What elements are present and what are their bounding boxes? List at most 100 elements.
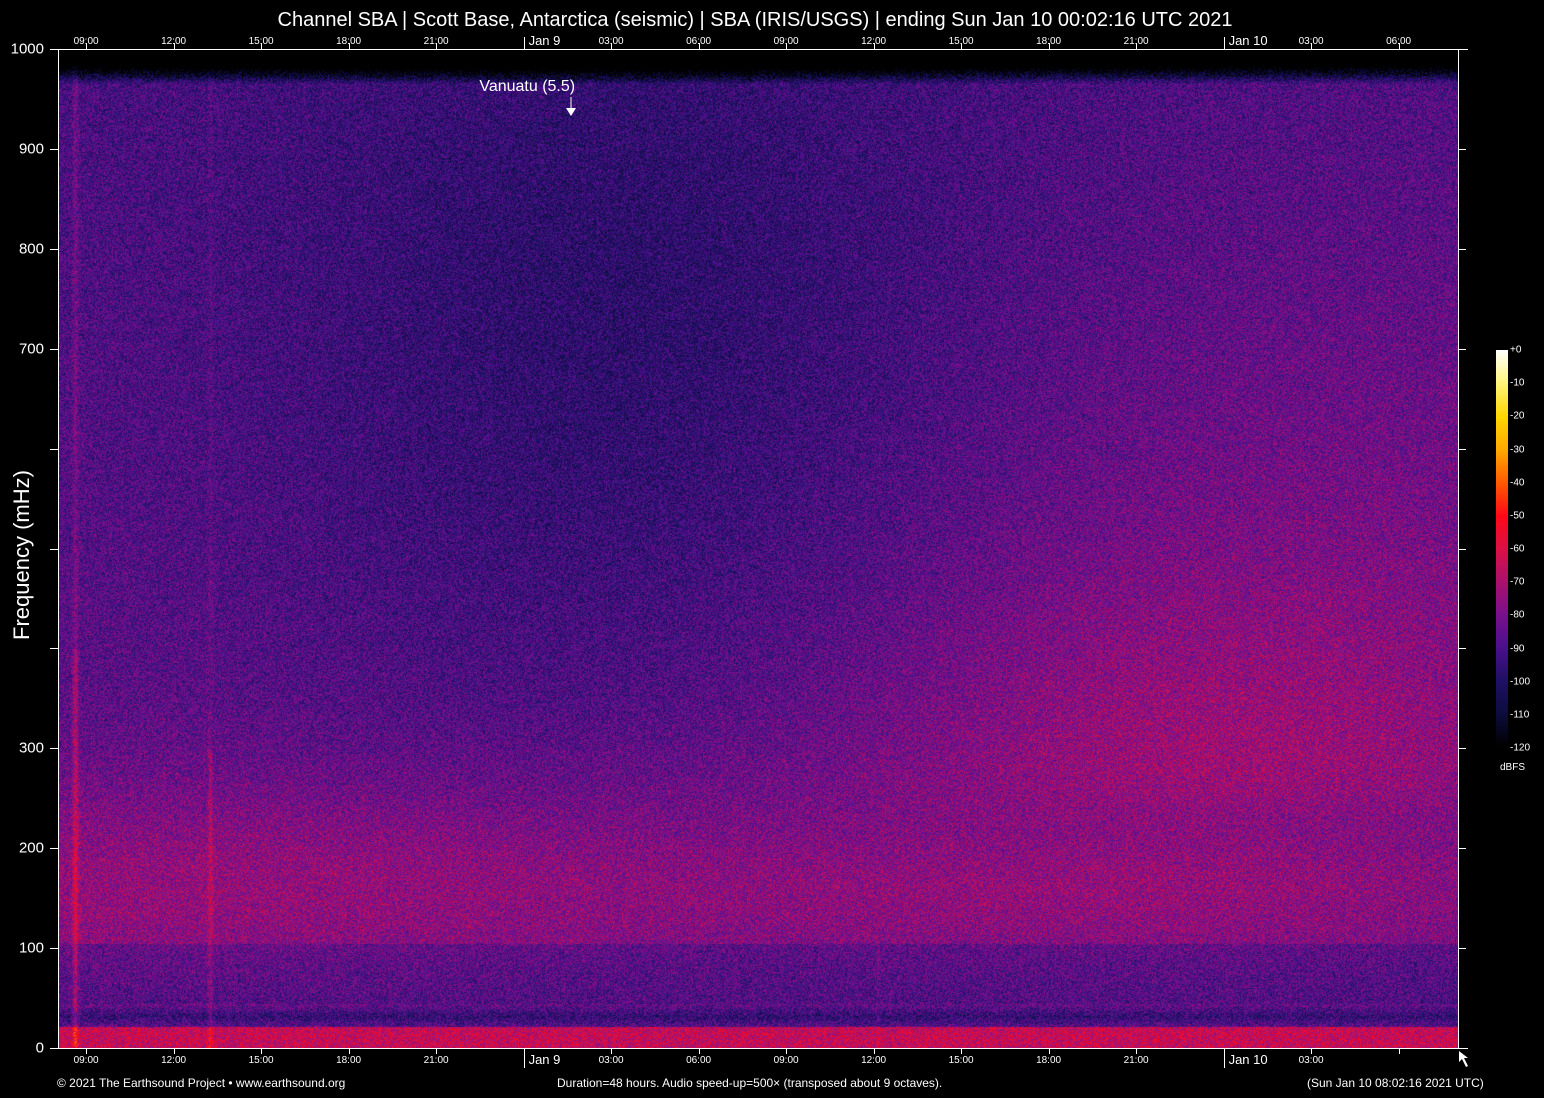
x-tick-label-top: 09:00 — [773, 36, 799, 47]
y-tick-right — [1458, 748, 1466, 750]
y-tick-right — [1458, 348, 1466, 350]
annotation-arrow-icon — [566, 97, 577, 116]
x-tick-label-top: 12:00 — [861, 36, 887, 47]
y-tick-left — [50, 948, 58, 950]
y-tick-left — [50, 548, 58, 550]
colorbar-tick-label: -30 — [1510, 444, 1525, 455]
x-tick-bottom — [348, 1048, 350, 1054]
y-tick-right — [1458, 848, 1466, 850]
x-tick-label-bottom: 18:00 — [1036, 1055, 1062, 1066]
y-tick-label: 300 — [18, 739, 44, 757]
x-tick-top — [523, 37, 525, 49]
y-tick-right — [1458, 448, 1466, 450]
x-tick-label-bottom: 21:00 — [1123, 1055, 1149, 1066]
x-tick-label-top: 18:00 — [336, 36, 362, 47]
x-tick-label-top: Jan 10 — [1228, 33, 1268, 48]
x-tick-label-bottom: 06:00 — [686, 1055, 712, 1066]
colorbar-tick-label: -60 — [1510, 543, 1525, 555]
x-tick-label-bottom: 03:00 — [1298, 1055, 1324, 1066]
x-tick-label-bottom: Jan 10 — [1228, 1052, 1268, 1067]
y-tick-left — [50, 748, 58, 750]
footer-copyright: © 2021 The Earthsound Project • www.eart… — [57, 1076, 346, 1090]
x-tick-label-bottom: Jan 9 — [528, 1052, 561, 1067]
colorbar-tick-label: +0 — [1510, 344, 1522, 356]
mouse-cursor-icon — [1459, 1051, 1468, 1067]
x-tick-label-top: 06:00 — [1386, 36, 1412, 47]
y-tick-label: 100 — [18, 939, 44, 957]
x-tick-bottom — [611, 1048, 613, 1054]
x-tick-label-top: 15:00 — [248, 36, 274, 47]
x-tick-bottom — [261, 1048, 263, 1054]
x-tick-label-top: 21:00 — [1123, 36, 1149, 47]
y-tick-right — [1458, 148, 1466, 150]
x-tick-label-top: Jan 9 — [528, 33, 561, 48]
x-tick-bottom — [873, 1048, 875, 1054]
x-tick-label-bottom: 09:00 — [73, 1055, 99, 1066]
x-tick-label-top: 12:00 — [161, 36, 187, 47]
x-tick-top — [1223, 37, 1225, 49]
x-tick-label-bottom: 12:00 — [861, 1055, 887, 1066]
y-tick-label: 0 — [35, 1039, 44, 1057]
colorbar-tick-label: -10 — [1510, 377, 1525, 389]
x-tick-label-top: 21:00 — [423, 36, 449, 47]
x-tick-label-bottom: 21:00 — [423, 1055, 449, 1066]
bottom-axis-line — [58, 1048, 1468, 1049]
y-tick-right — [1458, 948, 1466, 950]
colorbar-tick-label: -70 — [1510, 576, 1525, 588]
y-tick-right — [1458, 248, 1466, 250]
x-tick-bottom — [1311, 1048, 1313, 1054]
x-tick-label-bottom: 15:00 — [248, 1055, 274, 1066]
y-tick-label: 1000 — [10, 40, 44, 58]
y-tick-left — [50, 448, 58, 450]
y-tick-left — [50, 49, 58, 50]
y-tick-right — [1458, 648, 1466, 650]
y-axis-label: Frequency (mHz) — [9, 470, 34, 640]
left-axis-line — [58, 49, 59, 1048]
footer-duration: Duration=48 hours. Audio speed-up=500× (… — [557, 1076, 943, 1090]
x-tick-bottom — [86, 1048, 88, 1054]
y-tick-left — [50, 848, 58, 850]
x-tick-label-top: 06:00 — [686, 36, 712, 47]
spectrogram-heatmap — [58, 49, 1458, 1048]
x-tick-label-top: 18:00 — [1036, 36, 1062, 47]
y-tick-left — [50, 348, 58, 350]
y-tick-right — [1458, 548, 1466, 550]
colorbar-unit: dBFS — [1500, 762, 1526, 773]
colorbar-tick-label: -40 — [1510, 477, 1525, 489]
y-tick-right — [1458, 49, 1466, 50]
x-tick-label-bottom: 18:00 — [336, 1055, 362, 1066]
y-tick-left — [50, 148, 58, 150]
y-tick-left — [50, 1048, 58, 1049]
x-tick-label-top: 03:00 — [1298, 36, 1324, 47]
y-tick-label: 900 — [18, 140, 44, 158]
x-tick-bottom — [698, 1048, 700, 1054]
x-tick-label-bottom: 12:00 — [161, 1055, 187, 1066]
chart-title: Channel SBA | Scott Base, Antarctica (se… — [277, 9, 1233, 31]
colorbar-tick-label: -50 — [1510, 510, 1525, 522]
colorbar-tick-label: -20 — [1510, 410, 1525, 422]
x-tick-bottom — [1398, 1048, 1400, 1054]
colorbar-tick-label: -90 — [1510, 643, 1525, 654]
x-tick-bottom — [173, 1048, 175, 1054]
colorbar — [1496, 350, 1508, 748]
colorbar-tick-label: -120 — [1510, 742, 1531, 754]
y-tick-left — [50, 648, 58, 650]
x-tick-label-bottom: 03:00 — [598, 1055, 624, 1066]
x-tick-label-top: 09:00 — [73, 36, 99, 47]
x-tick-bottom — [1136, 1048, 1138, 1054]
colorbar-tick-label: -80 — [1510, 609, 1525, 621]
y-tick-left — [50, 248, 58, 250]
annotation-vanuatu: Vanuatu (5.5) — [479, 78, 576, 95]
y-tick-right — [1458, 1048, 1466, 1049]
y-tick-label: 800 — [18, 240, 44, 258]
footer-timestamp: (Sun Jan 10 08:02:16 2021 UTC) — [1307, 1076, 1484, 1090]
x-tick-bottom — [523, 1048, 525, 1068]
x-tick-label-top: 03:00 — [598, 36, 624, 47]
x-tick-label-bottom: 09:00 — [773, 1055, 799, 1066]
x-tick-bottom — [786, 1048, 788, 1054]
x-tick-bottom — [1223, 1048, 1225, 1068]
x-tick-bottom — [961, 1048, 963, 1054]
colorbar-tick-label: -110 — [1510, 709, 1530, 721]
colorbar-tick-label: -100 — [1510, 676, 1531, 688]
x-tick-label-bottom: 15:00 — [948, 1055, 974, 1066]
